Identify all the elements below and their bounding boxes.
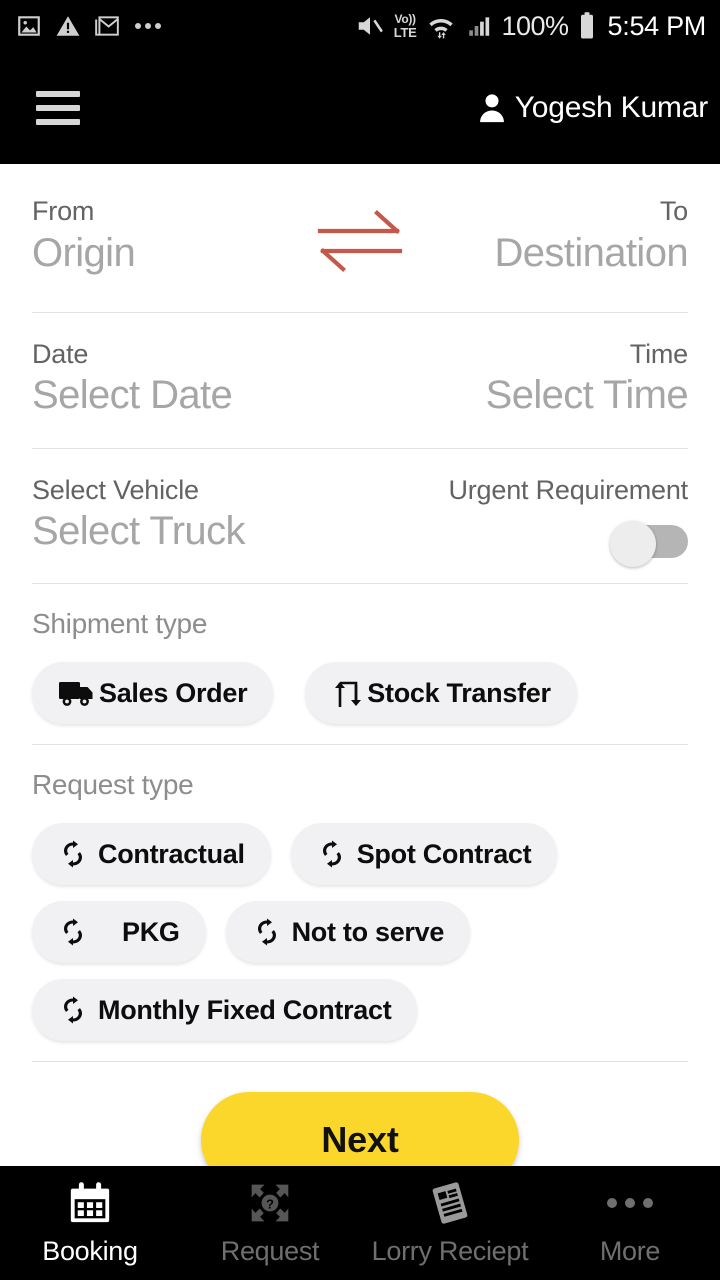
nav-item-request[interactable]: ? Request bbox=[180, 1179, 360, 1267]
person-icon bbox=[479, 94, 504, 123]
receipt-icon bbox=[427, 1179, 473, 1227]
image-icon bbox=[18, 16, 40, 36]
request-help-icon: ? bbox=[248, 1179, 292, 1227]
chip-sales-order[interactable]: Sales Order bbox=[32, 662, 274, 724]
shipment-type-title: Shipment type bbox=[32, 608, 208, 639]
battery-full-icon bbox=[580, 12, 593, 39]
booking-form: From Origin To Destination Date Select D… bbox=[0, 164, 720, 1166]
date-time-row: Date Select Date Time Select Time bbox=[32, 313, 689, 448]
sync-icon bbox=[317, 838, 347, 870]
shipment-type-options: Sales Order Stock Transfer bbox=[32, 662, 688, 724]
wifi-transfer-icon bbox=[429, 19, 454, 39]
status-bar-system: Vo)) LTE 100% 5:54 PM bbox=[355, 11, 706, 42]
transfer-arrows-icon bbox=[331, 676, 365, 710]
nav-item-booking[interactable]: Booking bbox=[0, 1179, 180, 1267]
nav-label: Request bbox=[220, 1236, 320, 1266]
sync-icon bbox=[58, 994, 88, 1026]
svg-text:?: ? bbox=[266, 1197, 274, 1212]
vehicle-label: Select Vehicle bbox=[32, 475, 199, 505]
app-screen: Vo)) LTE 100% 5:54 PM Yogesh Kumar From … bbox=[0, 0, 720, 1280]
time-label: Time bbox=[629, 339, 688, 369]
shipment-type-section: Shipment type Sales Order Stock Transfer bbox=[32, 584, 688, 744]
bottom-navigation: Booking ? Request Lorry Reciept More bbox=[0, 1166, 720, 1280]
date-value: Select Date bbox=[32, 373, 233, 417]
vehicle-field[interactable]: Select Vehicle Select Truck bbox=[32, 475, 245, 554]
status-bar-notifications bbox=[16, 13, 161, 39]
from-label: From bbox=[32, 196, 95, 226]
next-button[interactable]: Next bbox=[201, 1092, 519, 1166]
destination-value: Destination bbox=[494, 231, 688, 275]
cellular-signal-icon bbox=[469, 17, 490, 36]
chip-label: Sales Order bbox=[99, 677, 248, 708]
origin-destination-row: From Origin To Destination bbox=[32, 164, 689, 312]
request-type-options: Contractual Spot Contract PKG Not to ser… bbox=[32, 823, 688, 1041]
warning-icon bbox=[56, 16, 80, 36]
clock: 5:54 PM bbox=[607, 10, 707, 41]
time-field[interactable]: Time Select Time bbox=[485, 339, 689, 418]
next-button-container: Next bbox=[32, 1062, 688, 1166]
urgent-label: Urgent Requirement bbox=[448, 475, 688, 505]
to-label: To bbox=[659, 196, 688, 226]
chip-contractual[interactable]: Contractual bbox=[32, 823, 271, 885]
user-name: Yogesh Kumar bbox=[514, 91, 708, 124]
chip-monthly-fixed-contract[interactable]: Monthly Fixed Contract bbox=[32, 979, 418, 1041]
app-bar: Yogesh Kumar bbox=[0, 52, 720, 164]
urgent-toggle[interactable] bbox=[610, 521, 688, 567]
chip-label: Not to serve bbox=[291, 916, 445, 947]
gmail-icon bbox=[95, 16, 119, 36]
chip-spot-contract[interactable]: Spot Contract bbox=[290, 823, 558, 885]
battery-percent: 100% bbox=[501, 10, 569, 41]
volte-indicator: Vo)) LTE bbox=[393, 12, 417, 40]
volume-mute-icon bbox=[358, 17, 383, 35]
nav-item-more[interactable]: More bbox=[540, 1179, 720, 1267]
origin-value: Origin bbox=[32, 231, 136, 275]
vehicle-urgent-row: Select Vehicle Select Truck Urgent Requi… bbox=[32, 449, 688, 583]
chip-label: Contractual bbox=[98, 838, 245, 869]
status-bar: Vo)) LTE 100% 5:54 PM bbox=[0, 0, 720, 52]
time-value: Select Time bbox=[485, 373, 689, 417]
nav-label: More bbox=[599, 1236, 661, 1266]
chip-label: Monthly Fixed Contract bbox=[98, 994, 392, 1025]
sync-icon bbox=[58, 916, 88, 948]
date-field[interactable]: Date Select Date bbox=[32, 339, 233, 418]
user-profile[interactable]: Yogesh Kumar bbox=[475, 89, 708, 127]
sync-icon bbox=[252, 916, 282, 948]
request-type-section: Request type Contractual Spot Contract P… bbox=[32, 745, 688, 1061]
calendar-icon bbox=[67, 1179, 113, 1227]
chip-not-to-serve[interactable]: Not to serve bbox=[225, 901, 471, 963]
truck-icon bbox=[58, 678, 98, 708]
nav-label: Lorry Reciept bbox=[371, 1236, 529, 1266]
date-label: Date bbox=[32, 339, 89, 369]
sync-icon bbox=[58, 838, 88, 870]
request-type-title: Request type bbox=[32, 769, 194, 800]
nav-label: Booking bbox=[42, 1236, 138, 1266]
chip-label: Stock Transfer bbox=[367, 677, 551, 708]
chip-stock-transfer[interactable]: Stock Transfer bbox=[305, 662, 577, 724]
destination-field[interactable]: To Destination bbox=[494, 196, 688, 276]
urgent-requirement-field: Urgent Requirement bbox=[448, 475, 688, 567]
more-dots-icon bbox=[607, 1179, 653, 1227]
origin-field[interactable]: From Origin bbox=[32, 196, 136, 276]
vehicle-value: Select Truck bbox=[32, 509, 245, 553]
chip-label: PKG bbox=[122, 916, 180, 947]
chip-pkg[interactable]: PKG bbox=[32, 901, 206, 963]
chip-label: Spot Contract bbox=[356, 838, 532, 869]
hamburger-menu-icon[interactable] bbox=[36, 91, 80, 125]
swap-arrows-icon[interactable] bbox=[314, 210, 406, 272]
toggle-knob bbox=[610, 521, 656, 567]
more-notifications-icon bbox=[135, 23, 161, 29]
nav-item-lorry-reciept[interactable]: Lorry Reciept bbox=[360, 1179, 540, 1267]
